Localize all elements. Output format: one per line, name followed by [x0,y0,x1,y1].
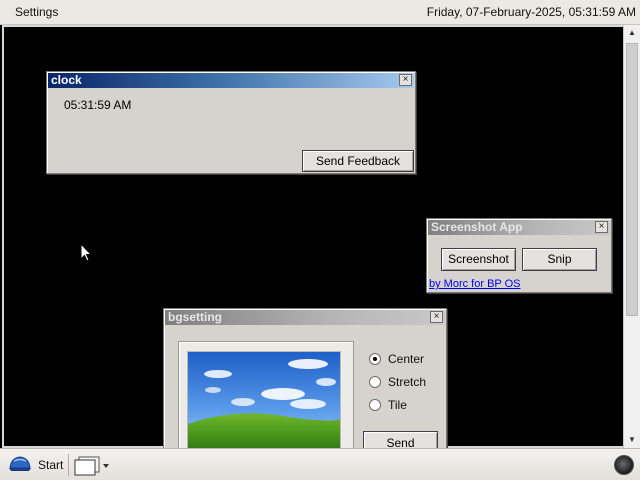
clock-time-display: 05:31:59 AM [64,98,132,112]
screenshot-titlebar[interactable]: Screenshot App × [428,220,610,235]
bgsetting-window-title: bgsetting [168,310,222,324]
send-feedback-button[interactable]: Send Feedback [302,150,414,172]
credit-link[interactable]: by Morc for BP OS [429,278,521,290]
scroll-up-arrow-icon[interactable]: ▲ [624,25,640,41]
clock-close-icon[interactable]: × [399,74,412,86]
bp-os-logo-icon [9,456,31,471]
taskbar-divider [68,454,69,476]
app-title[interactable]: Settings [15,5,58,19]
taskbar: Start [0,448,640,480]
start-button[interactable]: Start [8,453,63,477]
clock-titlebar[interactable]: clock × [48,73,414,88]
stretch-radio[interactable] [369,376,381,388]
system-clock: Friday, 07-February-2025, 05:31:59 AM [426,5,636,19]
screenshot-window-title: Screenshot App [431,220,523,234]
tray-status-icon[interactable] [614,455,634,475]
wallpaper-preview-image [187,351,341,448]
wallpaper-preview-frame [178,341,354,448]
center-radio[interactable] [369,353,381,365]
screenshot-close-icon[interactable]: × [595,221,608,233]
tile-radio[interactable] [369,399,381,411]
bgsetting-window: bgsetting × Center Stretch Tile Send [163,308,447,448]
window-list-icon [74,456,109,476]
send-button[interactable]: Send [363,431,438,448]
clock-window-title: clock [51,73,82,87]
scroll-down-arrow-icon[interactable]: ▼ [624,432,640,448]
bgsetting-titlebar[interactable]: bgsetting × [165,310,445,325]
tile-label: Tile [388,398,407,412]
bgsetting-close-icon[interactable]: × [430,311,443,323]
clock-window: clock × 05:31:59 AM Send Feedback [46,71,416,174]
screenshot-app-window: Screenshot App × Screenshot Snip by Morc… [426,218,612,293]
mouse-cursor-icon [80,243,92,262]
window-list-button[interactable] [74,454,112,476]
screenshot-button[interactable]: Screenshot [441,248,516,271]
snip-button[interactable]: Snip [522,248,597,271]
center-label: Center [388,352,425,366]
scrollbar-thumb[interactable] [626,43,638,316]
stretch-label: Stretch [388,375,427,389]
start-label: Start [38,458,64,472]
top-menu-bar: Settings Friday, 07-February-2025, 05:31… [0,0,640,25]
desktop-scrollbar[interactable]: ▲ ▼ [623,25,640,448]
